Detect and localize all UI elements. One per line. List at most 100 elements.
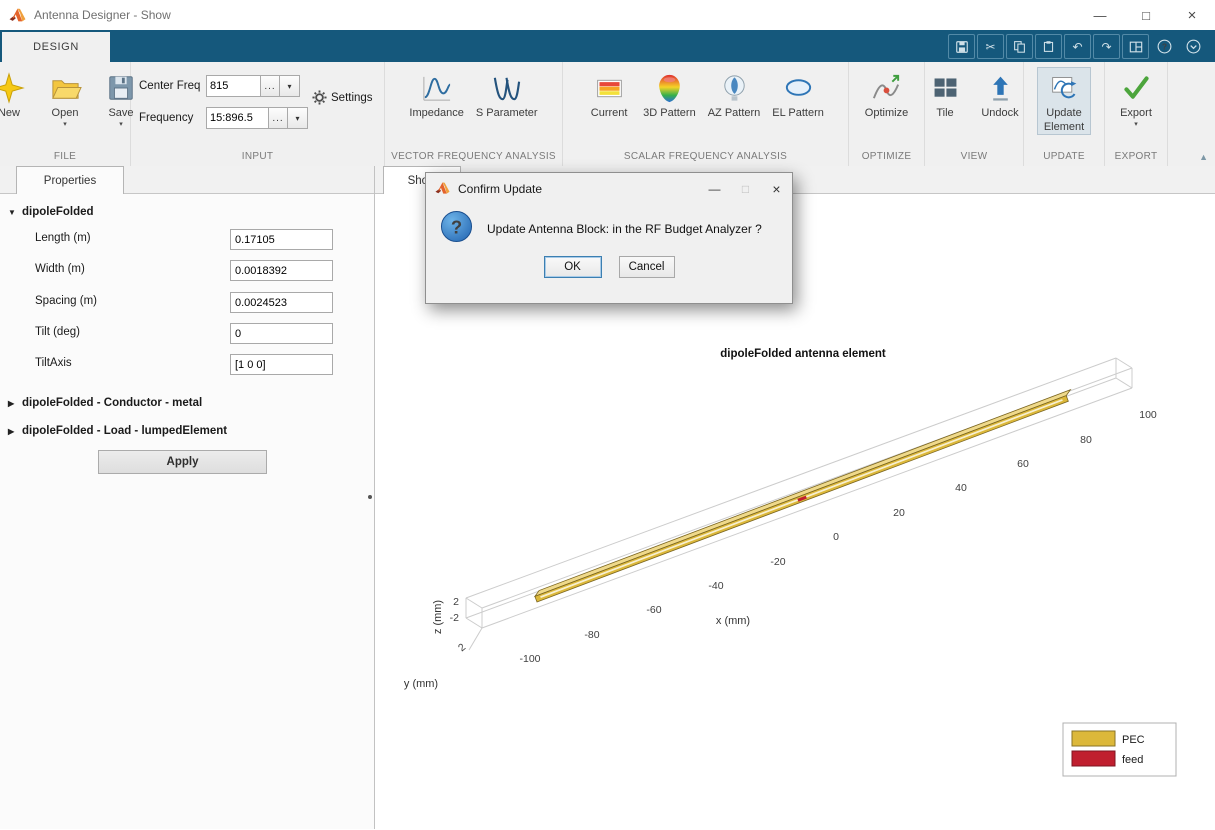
frequency-dropdown[interactable]: ▾ — [288, 107, 308, 129]
group-dipolefolded-label: dipoleFolded — [22, 206, 94, 218]
z-axis-label: z (mm) — [432, 600, 444, 634]
collapse-toolstrip-button[interactable]: ▲ — [1199, 152, 1208, 162]
quick-access-toolbar: ✂ ↶ ↷ ? — [948, 34, 1207, 59]
section-optimize: Optimize OPTIMIZE — [849, 62, 925, 166]
paste-icon — [1043, 41, 1054, 52]
property-row: TiltAxis — [0, 354, 374, 375]
export-dropdown-icon[interactable]: ▾ — [1134, 121, 1138, 128]
section-update: Update Element UPDATE — [1024, 62, 1105, 166]
center-freq-dropdown[interactable]: ▾ — [280, 75, 300, 97]
center-freq-input[interactable] — [206, 75, 261, 97]
y-tick-label: 2 — [456, 641, 468, 654]
layout-icon — [1129, 41, 1142, 52]
expanded-icon[interactable]: ▼ — [8, 208, 17, 217]
section-label-export: EXPORT — [1114, 151, 1158, 162]
spacing-input[interactable] — [230, 292, 333, 313]
antenna-geometry — [533, 388, 1072, 603]
collapsed-icon[interactable]: ▶ — [8, 399, 17, 408]
quick-paste-button[interactable] — [1035, 34, 1062, 59]
section-export: Export ▾ EXPORT — [1105, 62, 1168, 166]
settings-button[interactable]: Settings — [312, 90, 373, 105]
dialog-close-button[interactable]: × — [761, 173, 792, 204]
impedance-icon — [419, 70, 455, 106]
section-label-vector: VECTOR FREQUENCY ANALYSIS — [391, 151, 556, 162]
save-dropdown-icon[interactable]: ▾ — [119, 121, 123, 128]
y-axis-label: y (mm) — [404, 678, 438, 690]
x-tick-label: 20 — [893, 507, 905, 519]
dialog-title: Confirm Update — [458, 181, 543, 196]
current-button[interactable]: Current — [582, 67, 636, 121]
section-view: Tile Undock VIEW — [925, 62, 1024, 166]
width-input[interactable] — [230, 260, 333, 281]
open-button[interactable]: Open ▾ — [38, 67, 92, 129]
export-check-icon — [1118, 70, 1154, 106]
frequency-more-button[interactable]: ... — [269, 107, 288, 129]
maximize-button[interactable]: □ — [1123, 0, 1169, 30]
tab-design[interactable]: DESIGN — [2, 32, 110, 62]
property-row: Width (m) — [0, 260, 374, 281]
dialog-titlebar[interactable]: Confirm Update — □ × — [426, 173, 792, 204]
collapsed-icon[interactable]: ▶ — [8, 427, 17, 436]
apply-button[interactable]: Apply — [98, 450, 267, 474]
matlab-icon — [435, 181, 450, 196]
design-toolbar: New Open ▾ Save ▾ FILE Center Freq 815 .… — [0, 62, 1215, 167]
width-label: Width (m) — [35, 263, 85, 275]
new-button[interactable]: New — [0, 67, 36, 121]
optimize-icon — [869, 70, 905, 106]
pattern-3d-button[interactable]: 3D Pattern — [638, 67, 701, 121]
az-pattern-button[interactable]: AZ Pattern — [703, 67, 766, 121]
quick-redo-button[interactable]: ↷ — [1093, 34, 1120, 59]
tilt-input[interactable] — [230, 323, 333, 344]
frequency-input[interactable] — [206, 107, 269, 129]
export-button[interactable]: Export ▾ — [1109, 67, 1163, 129]
quick-undo-button[interactable]: ↶ — [1064, 34, 1091, 59]
minimize-button[interactable]: — — [1077, 0, 1123, 30]
update-element-button[interactable]: Update Element — [1037, 67, 1091, 135]
close-button[interactable]: × — [1169, 0, 1215, 30]
quick-save-button[interactable] — [948, 34, 975, 59]
maximize-icon: □ — [741, 181, 750, 196]
x-tick-label: -100 — [519, 653, 540, 665]
center-freq-more-button[interactable]: ... — [261, 75, 280, 97]
section-input: Center Freq ... ▾ Settings Frequency ...… — [131, 62, 385, 166]
quick-cut-button[interactable]: ✂ — [977, 34, 1004, 59]
help-button[interactable]: ? — [1151, 34, 1178, 59]
save-icon — [955, 40, 968, 53]
window-title: Antenna Designer - Show — [34, 8, 171, 22]
undock-button[interactable]: Undock — [972, 67, 1028, 121]
legend-swatch-feed — [1071, 750, 1116, 767]
property-row: Tilt (deg) — [0, 323, 374, 344]
section-label-input: INPUT — [241, 151, 274, 162]
layout-button[interactable] — [1122, 34, 1149, 59]
maximize-icon: □ — [1142, 7, 1150, 23]
dialog-minimize-button[interactable]: — — [699, 173, 730, 204]
undock-icon — [982, 70, 1018, 106]
section-scalar: Current 3D Pattern AZ Pattern EL Pattern — [563, 62, 849, 166]
cancel-button[interactable]: Cancel — [618, 256, 675, 278]
x-tick-label: -40 — [708, 580, 723, 592]
length-input[interactable] — [230, 229, 333, 250]
s-parameter-button[interactable]: S Parameter — [471, 67, 543, 121]
optimize-button[interactable]: Optimize — [860, 67, 914, 121]
group-conductor[interactable]: ▶ dipoleFolded - Conductor - metal — [8, 397, 202, 409]
group-load[interactable]: ▶ dipoleFolded - Load - lumpedElement — [8, 425, 227, 437]
ok-button[interactable]: OK — [543, 256, 602, 278]
tab-properties[interactable]: Properties — [16, 166, 124, 194]
open-dropdown-icon[interactable]: ▾ — [63, 121, 67, 128]
close-icon: × — [772, 180, 781, 197]
redo-icon: ↷ — [1101, 39, 1112, 54]
section-label-file: FILE — [53, 151, 77, 162]
group-dipolefolded[interactable]: ▼ dipoleFolded — [8, 206, 94, 218]
tilt-label: Tilt (deg) — [35, 326, 80, 338]
tiltaxis-input[interactable] — [230, 354, 333, 375]
minimize-icon: — — [708, 181, 721, 196]
z-tick-label: 2 — [453, 596, 459, 608]
settings-label: Settings — [331, 91, 373, 104]
plot-legend: PEC feed — [1062, 722, 1177, 777]
impedance-button[interactable]: Impedance — [404, 67, 468, 121]
toolstrip-options-button[interactable] — [1180, 34, 1207, 59]
quick-copy-button[interactable] — [1006, 34, 1033, 59]
el-pattern-button[interactable]: EL Pattern — [767, 67, 829, 121]
question-icon: ? — [440, 210, 473, 248]
tile-button[interactable]: Tile — [920, 67, 970, 121]
